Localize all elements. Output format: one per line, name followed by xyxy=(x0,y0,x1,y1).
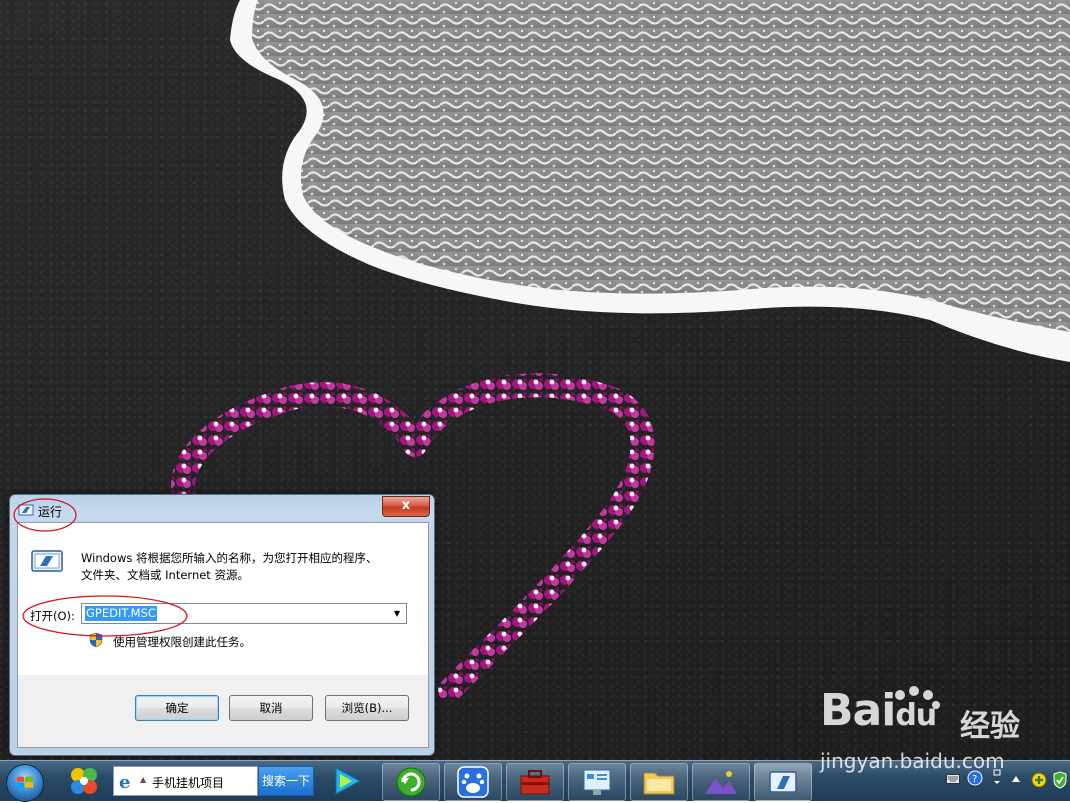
windows-logo-icon xyxy=(17,776,33,788)
show-hidden-icons-icon[interactable] xyxy=(1012,776,1020,782)
command-combobox[interactable]: GPEDIT.MSC ▼ xyxy=(81,603,407,624)
run-program-icon xyxy=(31,550,63,572)
start-button[interactable] xyxy=(6,764,44,802)
browse-button[interactable]: 浏览(B)... xyxy=(325,695,409,721)
run-titlebar[interactable]: 运行 x xyxy=(10,495,434,523)
run-taskbar-button[interactable] xyxy=(754,763,812,801)
run-dialog-content: Windows 将根据您所输入的名称，为您打开相应的程序、 文件夹、文档或 In… xyxy=(18,523,428,675)
run-window-taskbar-icon xyxy=(769,771,797,793)
photos-icon xyxy=(705,771,737,794)
search-button[interactable]: 搜索一下 xyxy=(258,766,314,796)
baidu-app-icon xyxy=(457,766,489,798)
run-window-icon xyxy=(18,504,34,516)
search-input[interactable]: 手机挂机项目 xyxy=(152,774,224,791)
description-line-1: Windows 将根据您所输入的名称，为您打开相应的程序、 xyxy=(81,551,378,565)
toolbox-taskbar-button[interactable] xyxy=(506,763,564,801)
run-dialog-title: 运行 xyxy=(38,505,63,519)
run-dialog: 运行 x Windows 将根据您所输入的名称，为您打开相应的程序、 文件夹、文… xyxy=(9,494,435,756)
cancel-button[interactable]: 取消 xyxy=(229,695,313,721)
ie-icon: e xyxy=(119,772,131,793)
run-description: Windows 将根据您所输入的名称，为您打开相应的程序、 文件夹、文档或 In… xyxy=(81,550,411,584)
close-button[interactable]: x xyxy=(382,496,430,517)
caret-up-icon: ▲ xyxy=(140,775,147,784)
media-player-icon[interactable] xyxy=(326,763,370,799)
photos-taskbar-button[interactable] xyxy=(692,763,750,801)
open-label: 打开(O): xyxy=(30,609,75,623)
keyboard-icon[interactable] xyxy=(946,774,960,784)
control-panel-taskbar-button[interactable] xyxy=(568,763,626,801)
baidu-paw-icon xyxy=(895,686,940,709)
explorer-folder-icon xyxy=(643,772,675,795)
add-icon[interactable] xyxy=(1031,772,1047,788)
watermark-url: jingyan.baidu.com xyxy=(820,749,1005,773)
explorer-taskbar-button[interactable] xyxy=(630,763,688,801)
control-panel-icon xyxy=(583,769,611,795)
security-shield-icon[interactable] xyxy=(1053,771,1067,789)
watermark-brand-bai: Bai xyxy=(820,685,896,736)
ok-button[interactable]: 确定 xyxy=(135,695,219,721)
watermark-brand-cn: 经验 xyxy=(960,709,1020,744)
toolbox-icon xyxy=(520,770,550,795)
360-security-icon[interactable] xyxy=(64,763,104,799)
uac-shield-icon xyxy=(89,632,103,648)
browser-icon xyxy=(396,767,426,797)
command-input[interactable]: GPEDIT.MSC xyxy=(85,606,157,621)
run-dialog-body: Windows 将根据您所输入的名称，为您打开相应的程序、 文件夹、文档或 In… xyxy=(17,522,429,748)
svg-text:?: ? xyxy=(972,774,977,785)
admin-privilege-note: 使用管理权限创建此任务。 xyxy=(113,635,251,649)
browser-taskbar-button[interactable] xyxy=(382,763,440,801)
baidu-app-taskbar-button[interactable] xyxy=(444,763,502,801)
search-input-box[interactable]: e ▲ 手机挂机项目 xyxy=(113,766,258,796)
chevron-down-icon[interactable]: ▼ xyxy=(390,606,404,621)
description-line-2: 文件夹、文档或 Internet 资源。 xyxy=(81,568,249,582)
